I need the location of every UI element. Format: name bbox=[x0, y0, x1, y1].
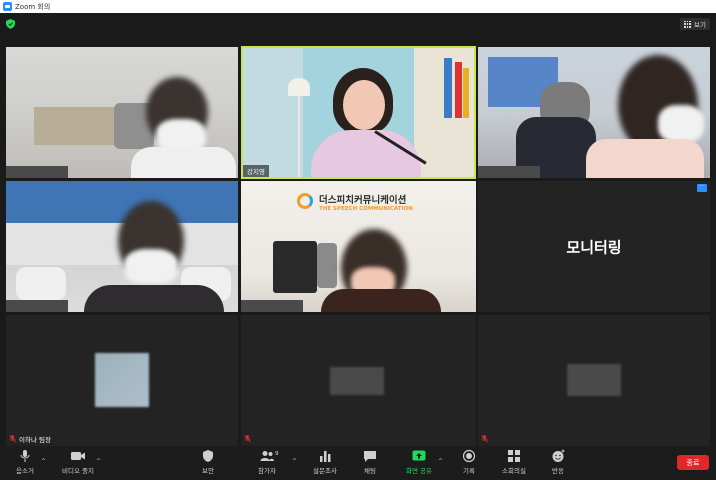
record-icon bbox=[462, 449, 476, 463]
participant-count: 9 bbox=[275, 451, 279, 457]
participant-name-label: 강지영 bbox=[243, 165, 269, 177]
blurred-name-box bbox=[567, 364, 621, 396]
chat-bubble-icon bbox=[364, 451, 376, 462]
breakout-rooms-label: 소회의실 bbox=[502, 467, 526, 475]
mic-muted-icon bbox=[481, 435, 488, 443]
monitor-label: 모니터링 bbox=[566, 238, 622, 256]
more-options-button[interactable]: ··· bbox=[697, 184, 707, 192]
breakout-rooms-icon bbox=[508, 450, 520, 462]
record-label: 기록 bbox=[463, 467, 475, 475]
company-name-english: THE SPEECH COMMUNICATION bbox=[319, 206, 413, 212]
lee-name: 이하나 팀장 bbox=[19, 436, 51, 444]
profile-avatar bbox=[95, 353, 149, 407]
record-button[interactable]: 기록 bbox=[459, 449, 479, 477]
reactions-label: 반응 bbox=[552, 467, 564, 475]
microphone-icon bbox=[20, 450, 30, 462]
company-name-korean: 더스피치커뮤니케이션 bbox=[319, 195, 407, 206]
bar-chart-icon bbox=[320, 451, 331, 462]
participant-tile-monitor[interactable]: ··· 모니터링 bbox=[478, 181, 710, 312]
shield-icon bbox=[203, 450, 213, 462]
grid-view-icon bbox=[684, 20, 692, 28]
video-camera-icon bbox=[71, 452, 85, 460]
participant-mic-status bbox=[481, 434, 488, 444]
blurred-name-label bbox=[478, 166, 540, 178]
end-meeting-button[interactable]: 종료 bbox=[677, 455, 709, 470]
view-label: 보기 bbox=[694, 21, 706, 29]
emoji-icon bbox=[552, 449, 565, 462]
polls-button[interactable]: 설문조사 bbox=[309, 449, 341, 477]
window-title: Zoom 회의 bbox=[15, 2, 51, 11]
share-screen-button[interactable]: 화면 공유 bbox=[402, 449, 436, 477]
participant-name-label: 이하나 팀장 bbox=[9, 434, 51, 444]
blurred-name-box bbox=[330, 367, 384, 395]
participant-mic-status bbox=[244, 434, 251, 444]
participant-tile-9[interactable] bbox=[478, 315, 710, 446]
participant-tile-host[interactable]: 강지영 bbox=[241, 46, 476, 179]
participant-tile-4[interactable] bbox=[6, 181, 238, 312]
video-gallery: 보기 강지영 더스피치커뮤니케이션 THE SPEECH COMMUNICATI… bbox=[0, 13, 716, 446]
mute-button[interactable]: 음소거 bbox=[12, 449, 38, 477]
stop-video-button[interactable]: 비디오 중지 bbox=[58, 449, 98, 477]
company-logo-icon bbox=[297, 193, 313, 209]
participants-label: 참가자 bbox=[258, 467, 276, 475]
polls-label: 설문조사 bbox=[313, 467, 337, 475]
participants-options-caret[interactable]: ^ bbox=[292, 458, 297, 465]
audio-options-caret[interactable]: ^ bbox=[41, 458, 46, 465]
share-screen-icon bbox=[412, 450, 426, 461]
stop-video-label: 비디오 중지 bbox=[62, 467, 94, 475]
zoom-logo-icon bbox=[3, 2, 12, 11]
participant-tile-1[interactable] bbox=[6, 47, 238, 178]
company-banner: 더스피치커뮤니케이션 THE SPEECH COMMUNICATION bbox=[297, 191, 476, 217]
chat-button[interactable]: 채팅 bbox=[360, 449, 380, 477]
blurred-name-label bbox=[6, 166, 68, 178]
mute-label: 음소거 bbox=[16, 467, 34, 475]
participant-tile-8[interactable] bbox=[241, 315, 476, 446]
reactions-button[interactable]: 반응 bbox=[548, 449, 568, 477]
share-screen-label: 화면 공유 bbox=[406, 467, 432, 475]
participants-icon bbox=[260, 451, 274, 461]
end-label: 종료 bbox=[686, 458, 700, 467]
window-titlebar: Zoom 회의 bbox=[0, 0, 716, 13]
face-mask bbox=[124, 249, 178, 285]
participant-tile-7[interactable]: 이하나 팀장 bbox=[6, 315, 238, 446]
mic-muted-icon bbox=[9, 435, 16, 443]
blurred-name-label bbox=[241, 300, 303, 312]
security-label: 보안 bbox=[202, 467, 214, 475]
host-name: 강지영 bbox=[247, 168, 265, 176]
chat-label: 채팅 bbox=[364, 467, 376, 475]
participants-button[interactable]: 참가자 9 bbox=[252, 449, 282, 477]
participant-tile-5[interactable]: 더스피치커뮤니케이션 THE SPEECH COMMUNICATION bbox=[241, 181, 476, 312]
face-mask bbox=[658, 105, 704, 143]
mic-muted-icon bbox=[244, 435, 251, 443]
video-options-caret[interactable]: ^ bbox=[96, 458, 101, 465]
view-button[interactable]: 보기 bbox=[680, 18, 710, 30]
share-options-caret[interactable]: ^ bbox=[438, 458, 443, 465]
participant-tile-3[interactable] bbox=[478, 47, 710, 178]
meeting-toolbar: 음소거 ^ 비디오 중지 ^ 보안 참가자 9 ^ 설문조사 채팅 화면 공유 … bbox=[0, 446, 716, 480]
breakout-rooms-button[interactable]: 소회의실 bbox=[499, 449, 529, 477]
security-button[interactable]: 보안 bbox=[198, 449, 218, 477]
blurred-name-label bbox=[6, 300, 68, 312]
shield-icon[interactable] bbox=[6, 19, 15, 29]
